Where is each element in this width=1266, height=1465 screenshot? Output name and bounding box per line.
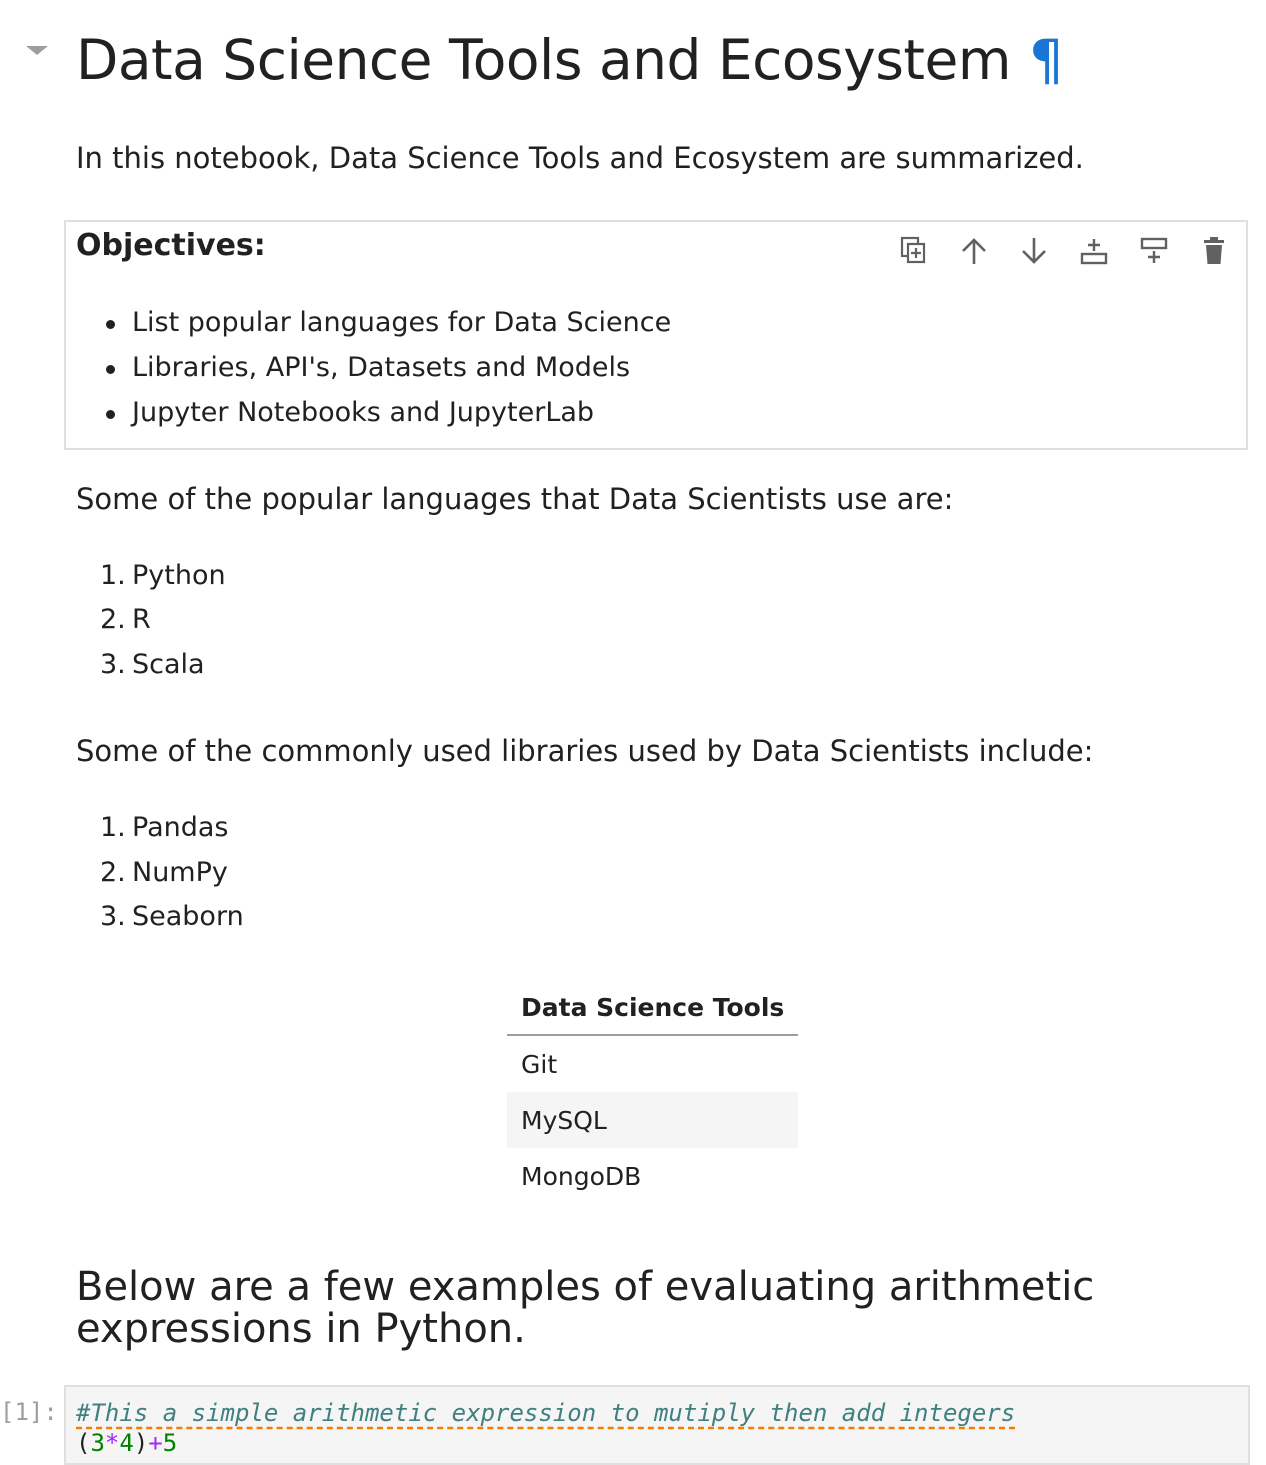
- table-row: MongoDB: [507, 1148, 798, 1204]
- code-line: (3*4)+5: [76, 1429, 1248, 1457]
- insert-above-icon[interactable]: [1136, 232, 1172, 270]
- move-up-icon[interactable]: [956, 232, 992, 270]
- code-cell-editor[interactable]: #This a simple arithmetic expression to …: [64, 1385, 1250, 1465]
- list-item: Python: [132, 560, 226, 591]
- bullet-dot: [106, 410, 115, 419]
- table-cell: MongoDB: [521, 1161, 642, 1191]
- bullet-dot: [106, 365, 115, 374]
- list-item: Jupyter Notebooks and JupyterLab: [132, 397, 595, 428]
- list-number: 2.: [100, 604, 126, 635]
- code-number: 5: [162, 1429, 178, 1457]
- list-item: Libraries, API's, Datasets and Models: [132, 352, 631, 383]
- table-header-row: Data Science Tools: [507, 985, 799, 1036]
- libraries-intro: Some of the commonly used libraries used…: [76, 734, 1094, 768]
- anchor-link[interactable]: ¶: [1029, 28, 1064, 92]
- list-number: 2.: [100, 857, 126, 888]
- title-text: Data Science Tools and Ecosystem: [76, 28, 1011, 92]
- code-token: (: [76, 1429, 91, 1457]
- list-number: 1.: [100, 812, 126, 843]
- code-comment: #This a simple arithmetic expression to …: [76, 1399, 1016, 1427]
- languages-intro: Some of the popular languages that Data …: [76, 482, 954, 516]
- code-operator: +: [148, 1429, 163, 1457]
- list-number: 3.: [100, 901, 126, 932]
- list-item: R: [132, 604, 151, 635]
- duplicate-icon[interactable]: [896, 232, 932, 270]
- objectives-heading: Objectives:: [76, 228, 266, 263]
- table-header: Data Science Tools: [507, 985, 799, 1036]
- code-token: ): [133, 1429, 149, 1457]
- list-item: Scala: [132, 649, 205, 680]
- examples-heading: Below are a few examples of evaluating a…: [76, 1264, 1095, 1352]
- list-number: 3.: [100, 649, 126, 680]
- delete-icon[interactable]: [1196, 232, 1232, 270]
- code-number: 4: [119, 1429, 134, 1457]
- table-row: MySQL: [507, 1092, 799, 1148]
- cell-prompt: [1]:: [0, 1398, 58, 1426]
- insert-below-icon[interactable]: [1076, 232, 1112, 270]
- table-row: Git: [507, 1035, 798, 1092]
- list-item: List popular languages for Data Science: [132, 307, 672, 338]
- notebook-title: Data Science Tools and Ecosystem ¶: [76, 28, 1064, 92]
- list-item: Pandas: [132, 812, 229, 843]
- table-cell: MySQL: [507, 1092, 799, 1148]
- code-operator: *: [104, 1429, 120, 1457]
- tools-table: Data Science Tools Git MySQL MongoDB: [507, 985, 799, 1204]
- bullet-dot: [106, 320, 115, 329]
- move-down-icon[interactable]: [1016, 232, 1052, 270]
- table-cell: Git: [521, 1049, 558, 1079]
- list-number: 1.: [100, 560, 126, 591]
- list-item: Seaborn: [132, 901, 244, 932]
- code-number: 3: [90, 1429, 105, 1457]
- collapse-toggle[interactable]: [26, 46, 48, 55]
- cell-toolbar: [896, 232, 1232, 270]
- intro-paragraph: In this notebook, Data Science Tools and…: [76, 141, 1084, 175]
- list-item: NumPy: [132, 857, 228, 888]
